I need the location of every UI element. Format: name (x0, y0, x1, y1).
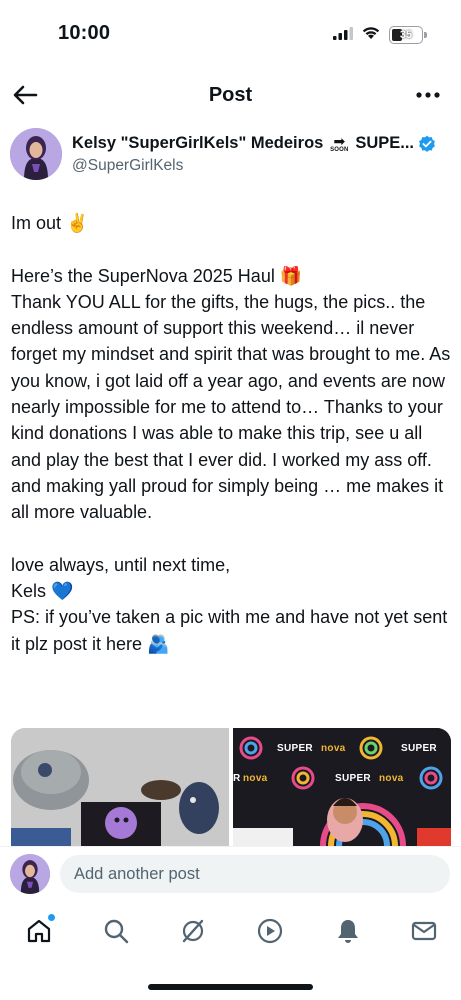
post-line: love always, until next time, (11, 554, 231, 575)
post-media: SUPER nova SUPER R nova SUPER nova (11, 728, 451, 846)
home-icon (27, 919, 51, 943)
post-line: Kels 💙 (11, 581, 74, 602)
post-line: Im out ✌️ (11, 213, 89, 233)
status-bar: 10:00 35 (0, 0, 461, 66)
haul-photo[interactable] (11, 728, 229, 846)
battery-level: 35 (399, 29, 413, 41)
author-name-tail: SUPE... (355, 134, 415, 152)
more-options-button[interactable] (413, 80, 443, 110)
notifications-icon (338, 920, 358, 943)
status-time: 10:00 (58, 22, 111, 44)
verified-badge-icon (419, 135, 435, 152)
post-line: Here’s the SuperNova 2025 Haul 🎁 (11, 265, 303, 286)
author-name-row[interactable]: Kelsy "SuperGirlKels" Medeiros ➡ SOON SU… (72, 134, 448, 153)
tab-grok[interactable] (177, 915, 209, 947)
header: Post (0, 70, 461, 120)
post-author: Kelsy "SuperGirlKels" Medeiros ➡ SOON SU… (10, 128, 450, 184)
home-indicator[interactable] (148, 984, 313, 990)
tab-notifications[interactable] (332, 915, 364, 947)
avatar (10, 854, 50, 894)
battery-icon: 35 (389, 26, 427, 44)
soon-arrow-icon: ➡ SOON (330, 134, 349, 153)
reply-bar (0, 846, 461, 902)
tab-video[interactable] (254, 915, 286, 947)
backdrop-text: R (233, 773, 241, 784)
wifi-icon (361, 25, 381, 45)
backdrop-text: SUPER (277, 743, 313, 754)
search-icon (104, 919, 129, 944)
video-icon (257, 918, 283, 944)
avatar[interactable] (10, 128, 62, 180)
author-handle[interactable]: @SuperGirlKels (72, 157, 183, 175)
supernova-backdrop-photo[interactable]: SUPER nova SUPER R nova SUPER nova (233, 728, 451, 846)
post-line: PS: if you’ve taken a pic with me and ha… (11, 607, 448, 654)
reply-input[interactable] (60, 855, 450, 893)
grok-icon (182, 919, 204, 943)
backdrop-text: SUPER (401, 743, 437, 754)
page-title: Post (208, 84, 253, 106)
post-text: Im out ✌️ Here’s the SuperNova 2025 Haul… (11, 210, 453, 657)
backdrop-text: SUPER (335, 773, 371, 784)
author-name: Kelsy "SuperGirlKels" Medeiros (72, 134, 324, 152)
tab-home[interactable] (23, 914, 55, 947)
cellular-signal-icon (333, 26, 353, 45)
status-icons: 35 (333, 25, 427, 45)
more-horizontal-icon (416, 92, 440, 98)
bottom-tab-bar (0, 903, 461, 959)
tab-search[interactable] (100, 915, 132, 947)
tab-messages[interactable] (408, 915, 440, 947)
backdrop-text: nova (321, 743, 346, 754)
notification-dot (48, 914, 55, 921)
backdrop-text: nova (379, 773, 404, 784)
post-line: Thank YOU ALL for the gifts, the hugs, t… (11, 291, 451, 523)
backdrop-text: nova (243, 773, 268, 784)
messages-icon (411, 921, 437, 941)
